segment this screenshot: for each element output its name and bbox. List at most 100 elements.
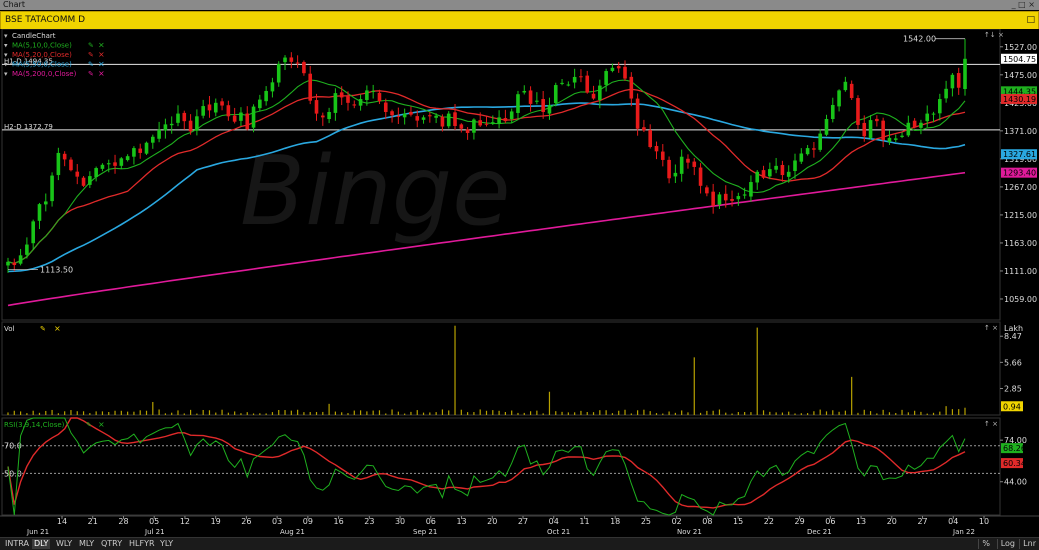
candle-body <box>62 153 67 160</box>
candle-body <box>793 160 797 172</box>
maximize-icon[interactable]: □ <box>1026 12 1035 29</box>
candle-body <box>705 187 709 194</box>
candle-body <box>547 104 552 114</box>
candle-body <box>18 255 23 264</box>
price-axis-controls: ↑↓ × <box>984 31 1004 39</box>
x-tick: 22 <box>764 517 774 526</box>
candle-body <box>37 204 42 221</box>
candle-body <box>94 168 98 178</box>
vol-unit: Lakh <box>1004 324 1023 333</box>
candle-body <box>692 161 697 167</box>
candle-body <box>755 171 760 183</box>
x-tick: 03 <box>272 517 282 526</box>
legend-item: MA(5,50,0,Close) <box>12 61 72 69</box>
candle-body <box>535 100 539 102</box>
candle-body <box>503 118 508 122</box>
linear-scale-button[interactable]: Lnr <box>1019 539 1039 549</box>
candle-body <box>333 93 338 113</box>
candle-body <box>887 137 892 142</box>
candle-body <box>327 111 331 120</box>
x-month-label: Sep 21 <box>413 528 437 536</box>
candle-body <box>352 104 357 106</box>
candle-body <box>169 123 174 126</box>
candle-body <box>434 115 438 118</box>
x-month-label: Dec 21 <box>807 528 832 536</box>
candle-body <box>749 182 753 197</box>
watermark: Binge <box>240 137 511 247</box>
candle-body <box>818 133 822 150</box>
x-tick: 12 <box>180 517 190 526</box>
candle-body <box>786 171 791 177</box>
window-titlebar: Chart _ □ × <box>0 0 1039 10</box>
candle-body <box>88 176 92 185</box>
candle-body <box>635 98 640 129</box>
legend-edit-icon: ✎ <box>88 42 94 50</box>
candle-body <box>113 162 117 166</box>
vol-axis-controls: ↑ × <box>984 324 998 332</box>
candle-body <box>69 159 73 171</box>
x-tick: 20 <box>887 517 897 526</box>
vol-edit-icon: ✎ <box>40 325 46 333</box>
timeframe-yly[interactable]: YLY <box>158 539 175 549</box>
rsi-edit-icon: ✎ <box>86 421 92 429</box>
price-y-tick: 1371.00 <box>1004 127 1037 136</box>
candle-body <box>849 83 854 98</box>
chart-canvas[interactable]: Binge 1542.001113.501527.001475.001423.0… <box>0 28 1039 537</box>
candle-body <box>591 93 596 99</box>
timeframe-mly[interactable]: MLY <box>77 539 96 549</box>
x-month-label: Aug 21 <box>280 528 305 536</box>
candle-body <box>484 123 489 125</box>
window-controls[interactable]: _ □ × <box>1012 0 1035 10</box>
candle-body <box>295 62 300 64</box>
candle-body <box>56 152 61 176</box>
x-month-label: Jul 21 <box>144 528 165 536</box>
x-tick: 13 <box>456 517 466 526</box>
percent-scale-button[interactable]: % <box>978 539 993 549</box>
candle-body <box>232 115 237 122</box>
candle-body <box>478 120 483 126</box>
candle-body <box>188 120 193 132</box>
x-tick: 21 <box>88 517 98 526</box>
candle-body <box>654 145 659 152</box>
candle-body <box>43 201 48 205</box>
x-tick: 09 <box>303 517 313 526</box>
log-scale-button[interactable]: Log <box>996 539 1018 549</box>
candle-body <box>207 104 212 111</box>
low-label: 1113.50 <box>40 266 73 275</box>
x-tick: 08 <box>702 517 712 526</box>
candle-body <box>736 196 741 200</box>
timeframe-wly[interactable]: WLY <box>54 539 74 549</box>
legend-item: MA(5,10,0,Close) <box>12 42 72 50</box>
candle-body <box>289 57 294 62</box>
x-tick: 13 <box>856 517 866 526</box>
candle-body <box>339 92 344 98</box>
timeframe-dly[interactable]: DLY <box>32 539 51 549</box>
candle-body <box>302 62 306 74</box>
timeframe-intra[interactable]: INTRA <box>3 539 31 549</box>
timeframe-hlfyr[interactable]: HLFYR <box>127 539 157 549</box>
value-tag: 1293.40 <box>1003 169 1036 178</box>
candle-body <box>31 221 35 244</box>
value-tag: 1430.19 <box>1003 95 1036 104</box>
candle-body <box>446 113 451 127</box>
candle-body <box>774 165 778 170</box>
candle-body <box>415 116 420 121</box>
candle-body <box>925 113 930 122</box>
candle-body <box>698 167 703 186</box>
rsi-y-tick: 44.00 <box>1004 478 1027 487</box>
timeframe-qtry[interactable]: QTRY <box>99 539 124 549</box>
legend-dropdown-icon: ▾ <box>4 32 8 40</box>
candle-body <box>742 194 747 196</box>
candle-body <box>132 148 136 157</box>
x-tick: 10 <box>979 517 989 526</box>
candle-body <box>761 170 766 178</box>
value-tag: 1504.75 <box>1003 55 1036 64</box>
x-tick: 05 <box>149 517 159 526</box>
rsi-axis-controls: ↑ × <box>984 420 998 428</box>
x-tick: 23 <box>364 517 374 526</box>
candle-body <box>938 99 942 114</box>
candle-body <box>919 122 923 128</box>
legend-close-icon: × <box>98 60 105 69</box>
chart-stage[interactable]: Binge 1542.001113.501527.001475.001423.0… <box>0 28 1039 537</box>
x-tick: 04 <box>549 517 559 526</box>
